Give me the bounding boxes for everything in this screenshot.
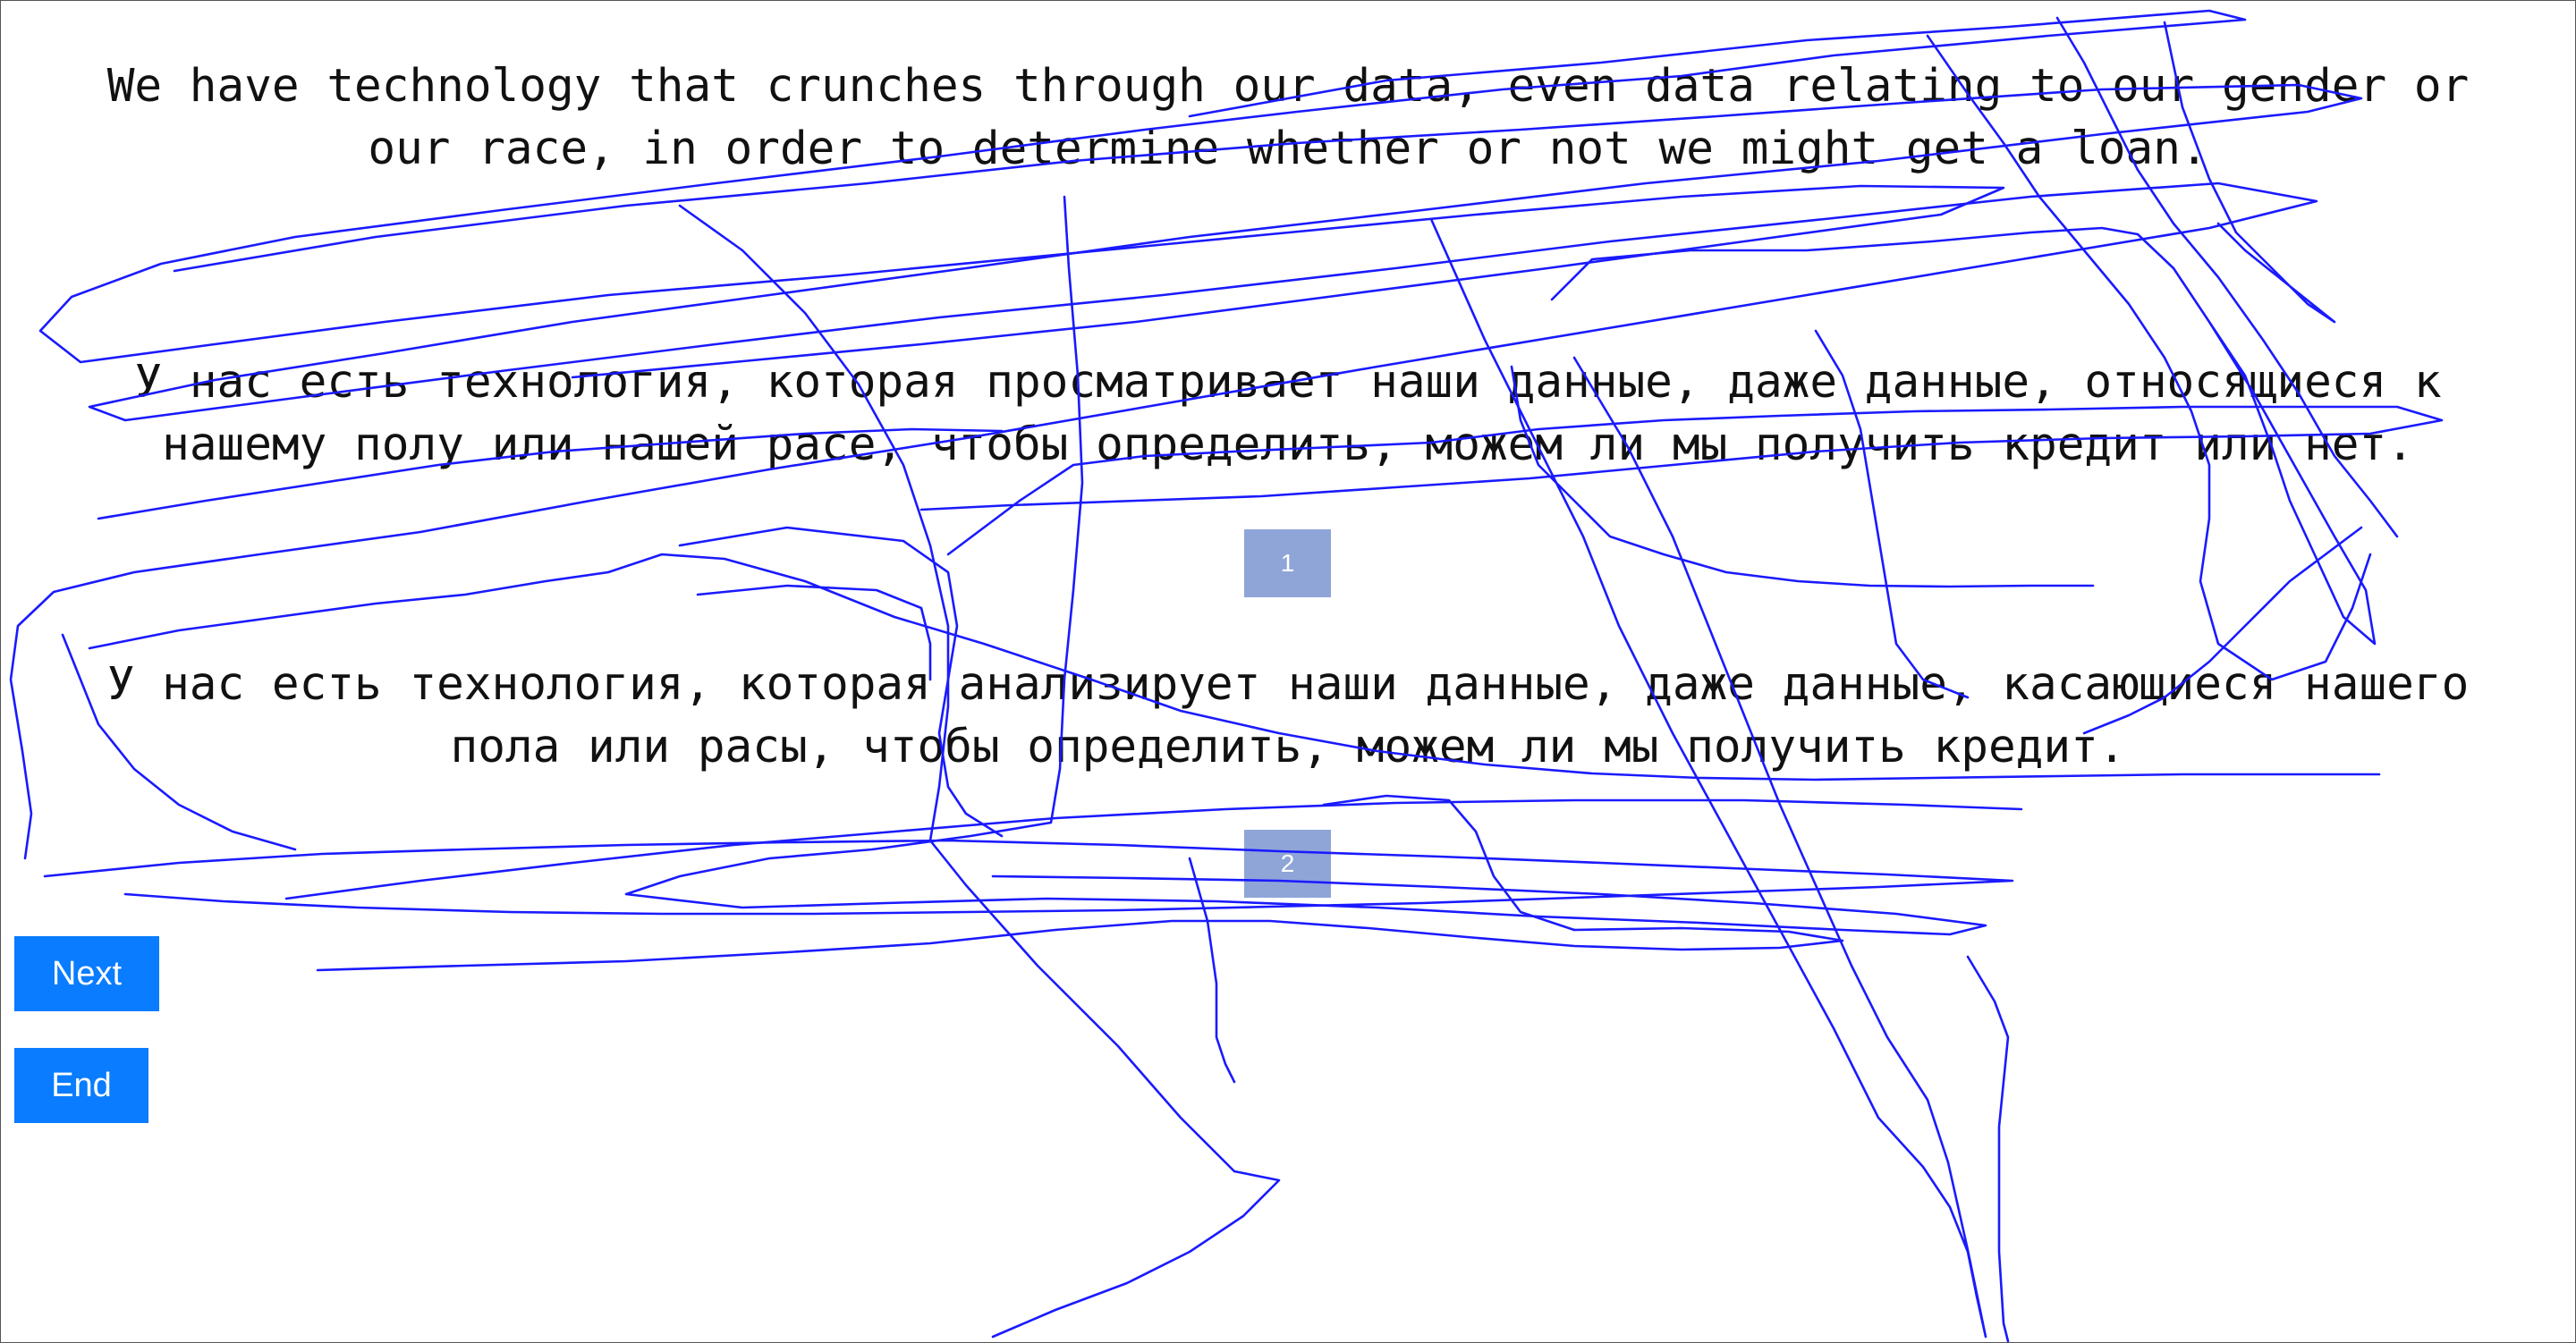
source-sentence: We have technology that crunches through… xyxy=(106,60,2470,175)
next-button[interactable]: Next xyxy=(14,936,159,1011)
end-button[interactable]: End xyxy=(14,1048,148,1123)
translation-option-1-text: У нас есть технология, которая просматри… xyxy=(134,356,2442,471)
translation-option-2-text: У нас есть технология, которая анализиру… xyxy=(106,658,2470,773)
translation-option-1-badge[interactable]: 1 xyxy=(1244,529,1331,597)
translation-option-2-badge[interactable]: 2 xyxy=(1244,830,1331,898)
